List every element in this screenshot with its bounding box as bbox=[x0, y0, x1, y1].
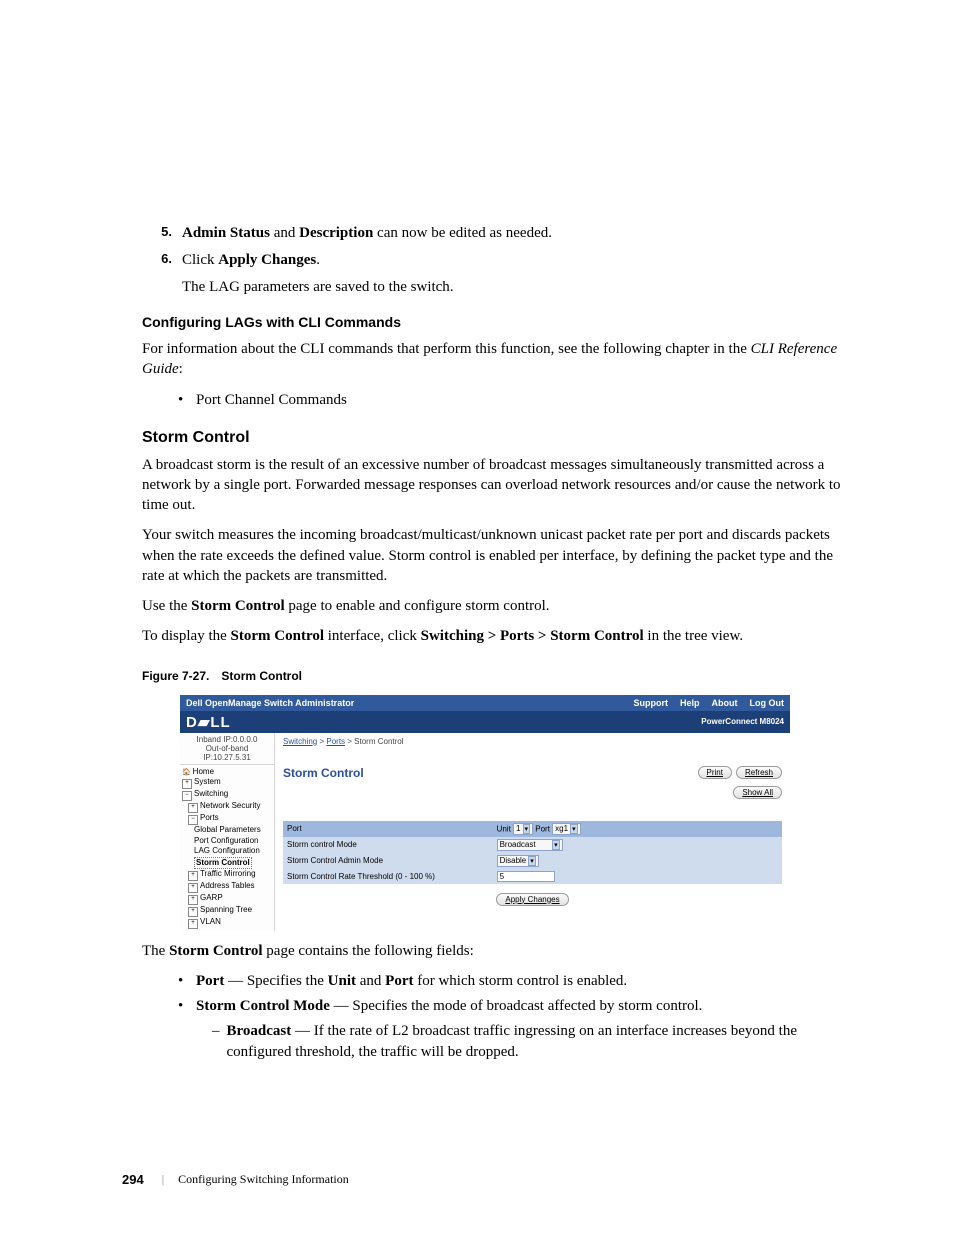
tree-system[interactable]: +System bbox=[182, 777, 272, 789]
cli-subheading: Configuring LAGs with CLI Commands bbox=[142, 314, 854, 330]
nav-tree: Inband IP:0.0.0.0 Out-of-band IP:10.27.5… bbox=[180, 733, 275, 932]
cell-port-selectors: Unit 1▾ Port xg1▾ bbox=[493, 821, 782, 837]
chevron-down-icon: ▾ bbox=[523, 824, 531, 834]
tree-home[interactable]: Home bbox=[182, 767, 272, 777]
support-link[interactable]: Support bbox=[633, 698, 668, 708]
logout-link[interactable]: Log Out bbox=[750, 698, 785, 708]
cli-paragraph: For information about the CLI commands t… bbox=[142, 339, 854, 380]
figure-caption: Figure 7-27.Storm Control bbox=[142, 669, 854, 683]
bullet-icon: • bbox=[178, 390, 196, 411]
threshold-input[interactable]: 5 bbox=[497, 871, 555, 882]
cli-bullet: • Port Channel Commands bbox=[178, 390, 854, 411]
show-all-button[interactable]: Show All bbox=[733, 786, 782, 799]
dell-logo: D▰LL bbox=[186, 713, 231, 731]
unit-select[interactable]: 1▾ bbox=[513, 823, 533, 835]
table-row: Storm control Mode Broadcast▾ bbox=[283, 837, 782, 853]
footer-title: Configuring Switching Information bbox=[178, 1172, 349, 1187]
step-number: 6. bbox=[142, 250, 172, 271]
brand-bar: D▰LL PowerConnect M8024 bbox=[180, 711, 790, 733]
tree-items: Home +System −Switching +Network Securit… bbox=[180, 765, 274, 931]
step-text: Click Apply Changes. bbox=[182, 250, 854, 271]
tree-port-configuration[interactable]: Port Configuration bbox=[194, 836, 272, 846]
chevron-down-icon: ▾ bbox=[570, 824, 578, 834]
bullet-text: Port — Specifies the Unit and Port for w… bbox=[196, 971, 627, 992]
footer-separator: | bbox=[162, 1172, 164, 1187]
app-title: Dell OpenManage Switch Administrator bbox=[186, 698, 354, 708]
step-number: 5. bbox=[142, 223, 172, 244]
chevron-down-icon: ▾ bbox=[552, 840, 560, 850]
title-row: Storm Control Print Refresh bbox=[283, 766, 782, 780]
table-row: Storm Control Rate Threshold (0 - 100 %)… bbox=[283, 869, 782, 884]
storm-p4: To display the Storm Control interface, … bbox=[142, 626, 854, 646]
tree-global-parameters[interactable]: Global Parameters bbox=[194, 825, 272, 835]
refresh-button[interactable]: Refresh bbox=[736, 766, 782, 779]
print-button[interactable]: Print bbox=[698, 766, 732, 779]
crumb-ports[interactable]: Ports bbox=[326, 737, 345, 746]
tree-storm-control[interactable]: Storm Control bbox=[194, 857, 272, 869]
crumb-switching[interactable]: Switching bbox=[283, 737, 317, 746]
storm-p1: A broadcast storm is the result of an ex… bbox=[142, 455, 854, 516]
step-6: 6. Click Apply Changes. bbox=[142, 250, 854, 271]
tree-vlan[interactable]: +VLAN bbox=[188, 917, 272, 929]
table-row: Port Unit 1▾ Port xg1▾ bbox=[283, 821, 782, 837]
field-port-bullet: • Port — Specifies the Unit and Port for… bbox=[178, 971, 854, 992]
settings-table: Port Unit 1▾ Port xg1▾ Storm control Mod… bbox=[283, 821, 782, 884]
tree-garp[interactable]: +GARP bbox=[188, 893, 272, 905]
step-6-followup: The LAG parameters are saved to the swit… bbox=[182, 277, 854, 298]
storm-control-heading: Storm Control bbox=[142, 429, 854, 447]
tree-traffic-mirroring[interactable]: +Traffic Mirroring bbox=[188, 869, 272, 881]
broadcast-subbullet: – Broadcast — If the rate of L2 broadcas… bbox=[212, 1021, 854, 1062]
cell-threshold-label: Storm Control Rate Threshold (0 - 100 %) bbox=[283, 869, 493, 884]
bullet-text: Storm Control Mode — Specifies the mode … bbox=[196, 996, 702, 1017]
dash-icon: – bbox=[212, 1021, 226, 1062]
page: 5. Admin Status and Description can now … bbox=[0, 0, 954, 1235]
after-figure-para: The Storm Control page contains the foll… bbox=[142, 941, 854, 961]
page-footer: 294 | Configuring Switching Information bbox=[122, 1172, 349, 1187]
dash-text: Broadcast — If the rate of L2 broadcast … bbox=[226, 1021, 854, 1062]
apply-row: Apply Changes bbox=[283, 894, 782, 904]
apply-changes-button[interactable]: Apply Changes bbox=[496, 893, 568, 906]
ip-box: Inband IP:0.0.0.0 Out-of-band IP:10.27.5… bbox=[180, 733, 274, 766]
storm-p2: Your switch measures the incoming broadc… bbox=[142, 525, 854, 586]
model-label: PowerConnect M8024 bbox=[701, 717, 784, 726]
screenshot-figure: Dell OpenManage Switch Administrator Sup… bbox=[180, 695, 790, 932]
help-link[interactable]: Help bbox=[680, 698, 700, 708]
cell-mode-label: Storm control Mode bbox=[283, 837, 493, 853]
page-number: 294 bbox=[122, 1172, 144, 1187]
bullet-icon: • bbox=[178, 971, 196, 992]
field-mode-bullet: • Storm Control Mode — Specifies the mod… bbox=[178, 996, 854, 1017]
tree-network-security[interactable]: +Network Security bbox=[188, 801, 272, 813]
screenshot-body: Inband IP:0.0.0.0 Out-of-band IP:10.27.5… bbox=[180, 733, 790, 932]
bullet-icon: • bbox=[178, 996, 196, 1017]
bullet-text: Port Channel Commands bbox=[196, 390, 347, 411]
about-link[interactable]: About bbox=[712, 698, 738, 708]
tree-spanning-tree[interactable]: +Spanning Tree bbox=[188, 905, 272, 917]
cell-admin-label: Storm Control Admin Mode bbox=[283, 853, 493, 869]
tree-lag-configuration[interactable]: LAG Configuration bbox=[194, 846, 272, 856]
table-row: Storm Control Admin Mode Disable▾ bbox=[283, 853, 782, 869]
panel-title: Storm Control bbox=[283, 766, 364, 780]
tree-switching[interactable]: −Switching bbox=[182, 789, 272, 801]
port-select[interactable]: xg1▾ bbox=[552, 823, 580, 835]
step-5: 5. Admin Status and Description can now … bbox=[142, 223, 854, 244]
chevron-down-icon: ▾ bbox=[528, 856, 536, 866]
main-panel: Switching > Ports > Storm Control Storm … bbox=[275, 733, 790, 932]
mode-select[interactable]: Broadcast▾ bbox=[497, 839, 563, 851]
topbar: Dell OpenManage Switch Administrator Sup… bbox=[180, 695, 790, 711]
breadcrumb: Switching > Ports > Storm Control bbox=[283, 737, 782, 746]
tree-address-tables[interactable]: +Address Tables bbox=[188, 881, 272, 893]
admin-mode-select[interactable]: Disable▾ bbox=[497, 855, 539, 867]
storm-p3: Use the Storm Control page to enable and… bbox=[142, 596, 854, 616]
cell-port-label: Port bbox=[283, 821, 493, 837]
tree-ports[interactable]: −Ports bbox=[188, 813, 272, 825]
step-text: Admin Status and Description can now be … bbox=[182, 223, 854, 244]
